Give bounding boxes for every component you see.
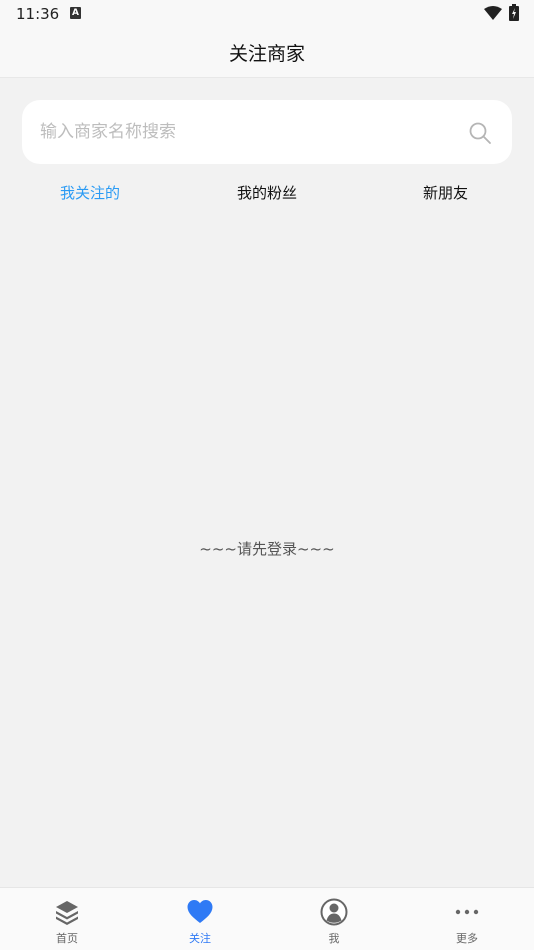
wifi-icon [484, 6, 502, 20]
heart-icon [187, 900, 213, 923]
tab-following[interactable]: 我关注的 [60, 180, 120, 206]
page-title: 关注商家 [228, 43, 305, 65]
login-prompt-message: ~~~请先登录~~~ [199, 540, 335, 558]
notification-a-icon: A [70, 7, 81, 19]
tab-fans[interactable]: 我的粉丝 [237, 180, 297, 206]
status-bar: 11:36 A [0, 0, 534, 28]
search-icon[interactable] [468, 121, 492, 145]
user-icon [320, 898, 348, 926]
nav-follow[interactable]: 关注 [133, 888, 267, 950]
status-time: 11:36 [16, 5, 60, 23]
more-dots-icon [455, 909, 479, 915]
search-input[interactable] [40, 100, 460, 164]
nav-more-label: 更多 [456, 932, 478, 945]
nav-me-label: 我 [328, 932, 340, 945]
layers-icon [56, 901, 78, 925]
nav-home[interactable]: 首页 [0, 888, 134, 950]
battery-icon [509, 4, 519, 21]
nav-me[interactable]: 我 [267, 888, 401, 950]
nav-follow-label: 关注 [189, 932, 211, 945]
tab-new-friends[interactable]: 新朋友 [423, 180, 468, 206]
search-box [22, 100, 512, 164]
bottom-nav: 首页 关注 我 更多 [0, 887, 534, 950]
app-header: 关注商家 [0, 28, 534, 78]
follow-tabs: 我关注的 我的粉丝 新朋友 [0, 180, 534, 206]
nav-home-label: 首页 [56, 932, 78, 945]
nav-more[interactable]: 更多 [400, 888, 534, 950]
